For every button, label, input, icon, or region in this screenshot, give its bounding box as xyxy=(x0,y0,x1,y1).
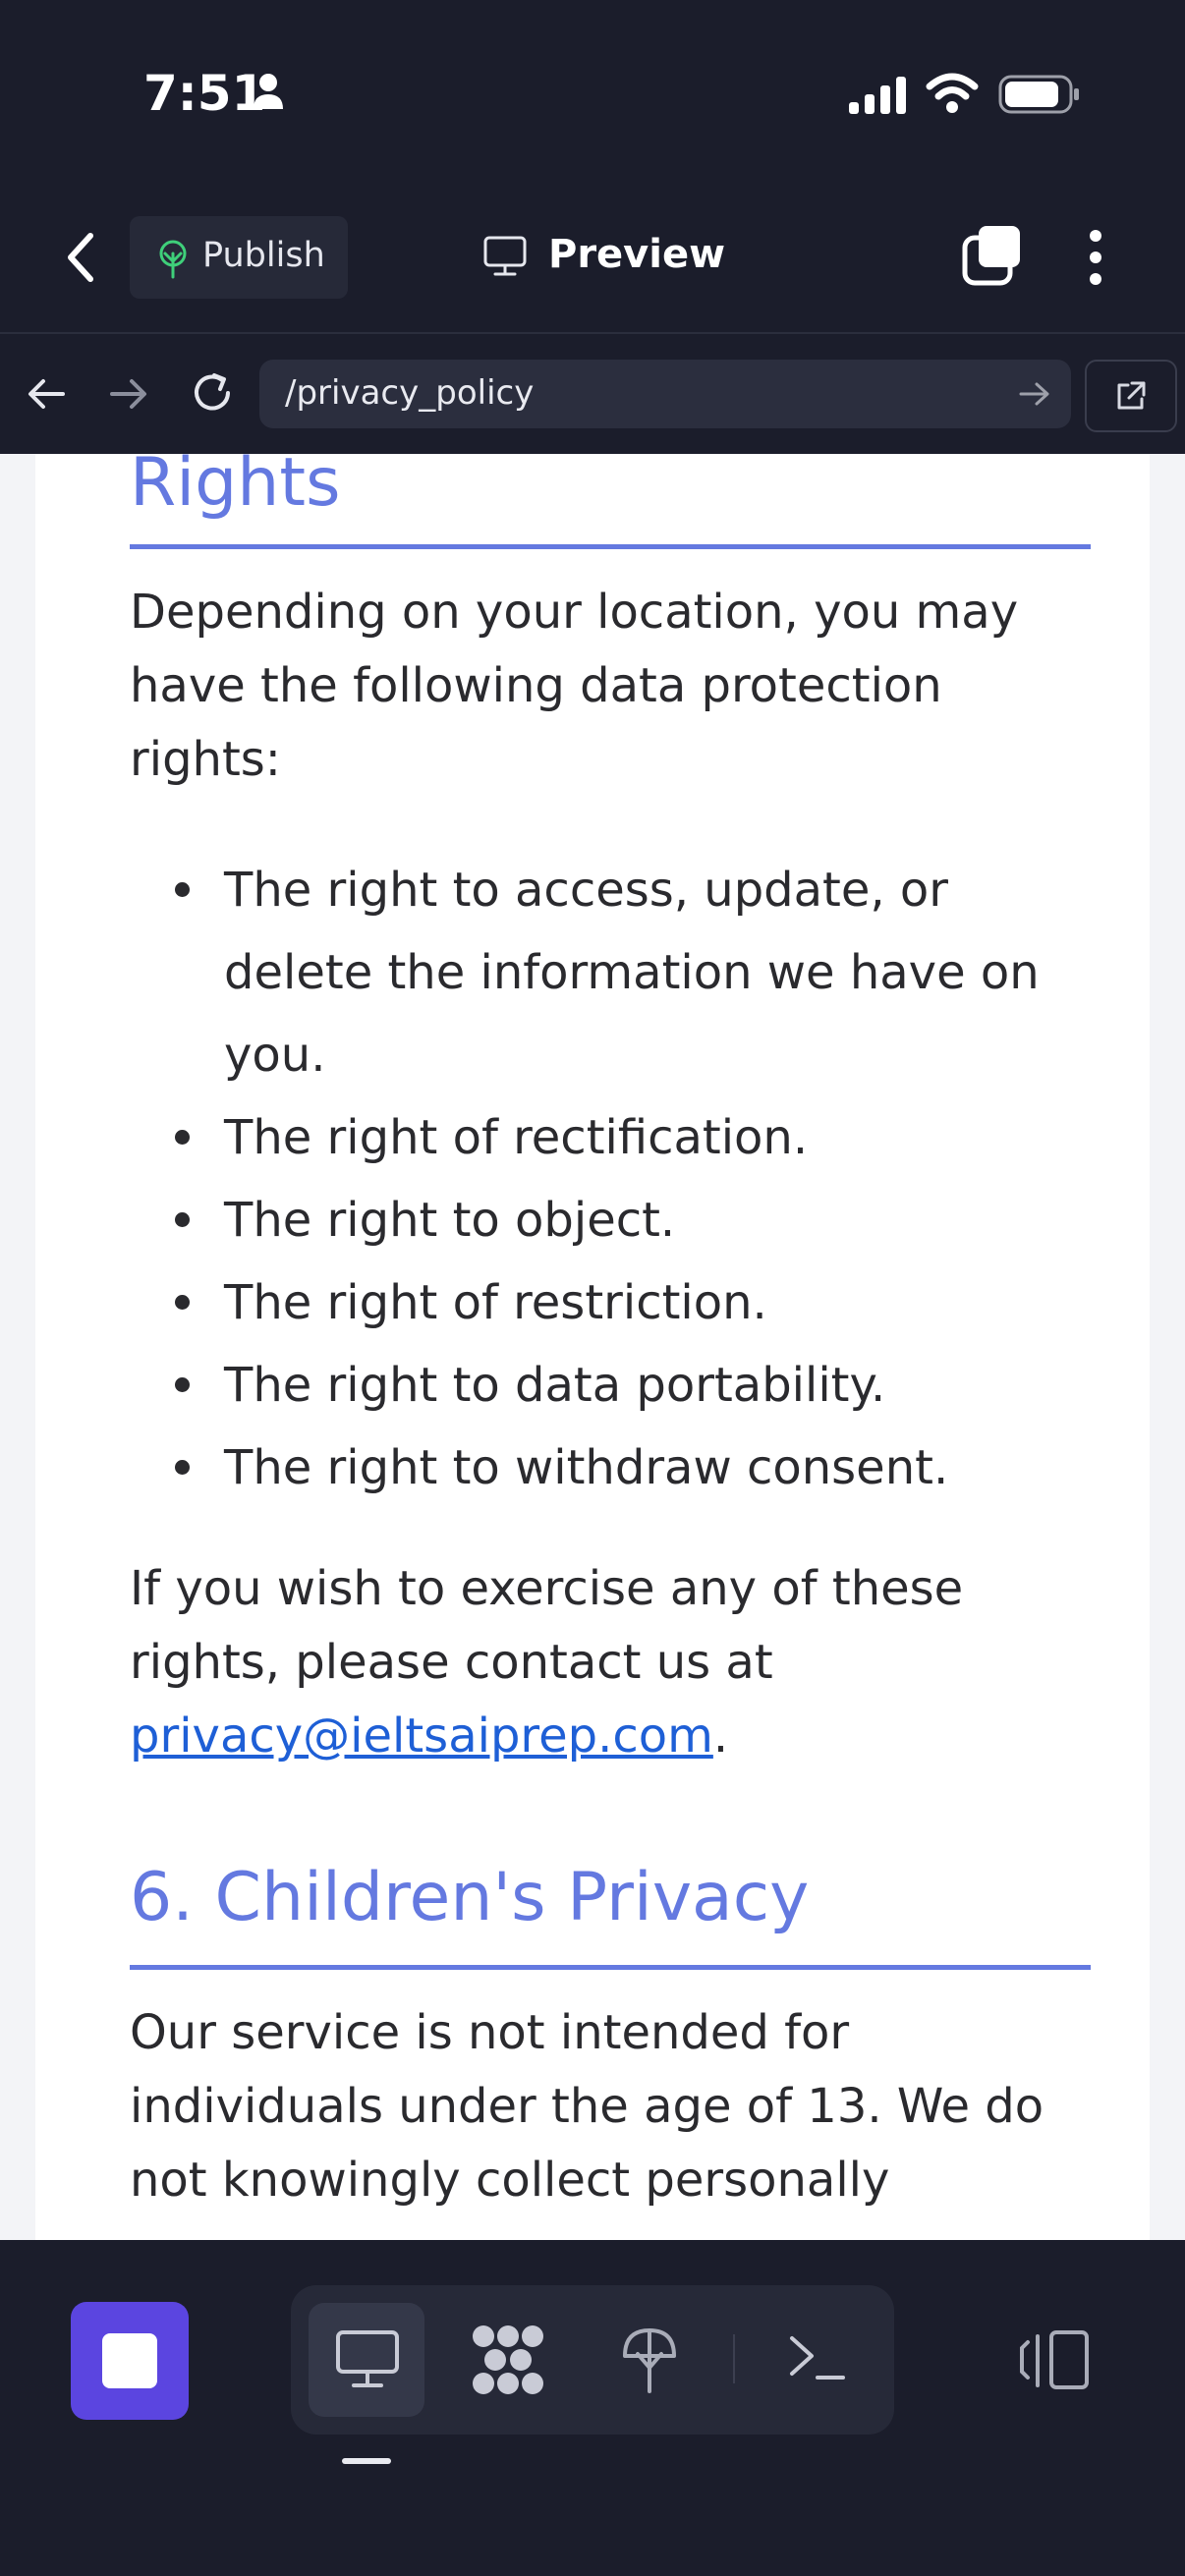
signal-icon xyxy=(849,77,906,114)
wifi-icon xyxy=(926,73,979,113)
section6-line-2: individuals under the age of 13. We do xyxy=(130,2079,1044,2134)
terminal-icon[interactable] xyxy=(788,2332,847,2383)
contact-email-link[interactable]: privacy@ieltsaiprep.com xyxy=(130,1708,713,1764)
bullet-dot xyxy=(175,1377,190,1392)
contact-line-1: If you wish to exercise any of these xyxy=(130,1561,964,1616)
section6-heading: 6. Children's Privacy xyxy=(130,1859,810,1936)
device-frame-icon[interactable] xyxy=(1020,2328,1091,2391)
publish-label: Publish xyxy=(202,236,325,275)
nav-forward-arrow-icon[interactable] xyxy=(108,375,149,413)
section6-line-3: not knowingly collect personally xyxy=(130,2153,890,2208)
rights-item-1-line1: The right to access, update, or xyxy=(224,863,949,918)
web-content: Rights Depending on your location, you m… xyxy=(0,454,1185,2240)
section6-heading-rule xyxy=(130,1965,1091,1970)
status-time: 7:51 xyxy=(143,65,266,122)
rights-item-3: The right to object. xyxy=(224,1193,676,1248)
external-link-icon xyxy=(1117,381,1146,410)
policy-card: Rights Depending on your location, you m… xyxy=(35,454,1150,2240)
bullet-dot xyxy=(175,1295,190,1310)
preview-title[interactable]: Preview xyxy=(548,232,725,277)
desktop-icon xyxy=(336,2330,399,2387)
active-tab-indicator xyxy=(342,2458,391,2464)
nav-back-arrow-icon[interactable] xyxy=(26,375,67,413)
person-icon xyxy=(254,74,283,109)
rights-item-2: The right of rectification. xyxy=(224,1110,809,1165)
rights-item-4: The right of restriction. xyxy=(224,1275,767,1330)
rights-item-6: The right to withdraw consent. xyxy=(224,1440,949,1495)
rights-item-5: The right to data portability. xyxy=(224,1358,886,1413)
more-vertical-icon[interactable] xyxy=(1081,226,1110,289)
contact-line-2: rights, please contact us at xyxy=(130,1635,773,1690)
deploy-icon[interactable] xyxy=(619,2324,680,2395)
bullet-dot xyxy=(175,1460,190,1475)
url-text: /privacy_policy xyxy=(285,373,535,413)
bullet-dot xyxy=(175,882,190,897)
back-chevron-icon[interactable] xyxy=(61,230,100,285)
monitor-icon xyxy=(483,236,527,276)
tool-divider xyxy=(733,2334,735,2383)
rights-item-1-line3: you. xyxy=(224,1028,326,1083)
contact-period: . xyxy=(712,1708,729,1764)
reload-icon[interactable] xyxy=(189,369,236,417)
contact-line-3: privacy@ieltsaiprep.com. xyxy=(130,1700,1102,1773)
section5-heading: Rights xyxy=(130,454,341,522)
section5-heading-rule xyxy=(130,544,1091,549)
stop-icon xyxy=(102,2333,157,2388)
packages-icon[interactable] xyxy=(470,2323,546,2397)
tabs-switcher-icon[interactable] xyxy=(961,224,1024,287)
battery-icon xyxy=(998,75,1079,114)
rights-item-1-line2: delete the information we have on xyxy=(224,945,1040,1000)
go-arrow-icon[interactable] xyxy=(1018,379,1051,409)
section6-line-1: Our service is not intended for xyxy=(130,2005,850,2060)
bullet-dot xyxy=(175,1130,190,1145)
open-external-button[interactable] xyxy=(1085,360,1177,432)
publish-button[interactable]: Publish xyxy=(130,216,348,299)
section5-intro: Depending on your location, you may have… xyxy=(130,585,1019,787)
publish-tree-icon xyxy=(159,240,187,279)
bullet-dot xyxy=(175,1212,190,1227)
